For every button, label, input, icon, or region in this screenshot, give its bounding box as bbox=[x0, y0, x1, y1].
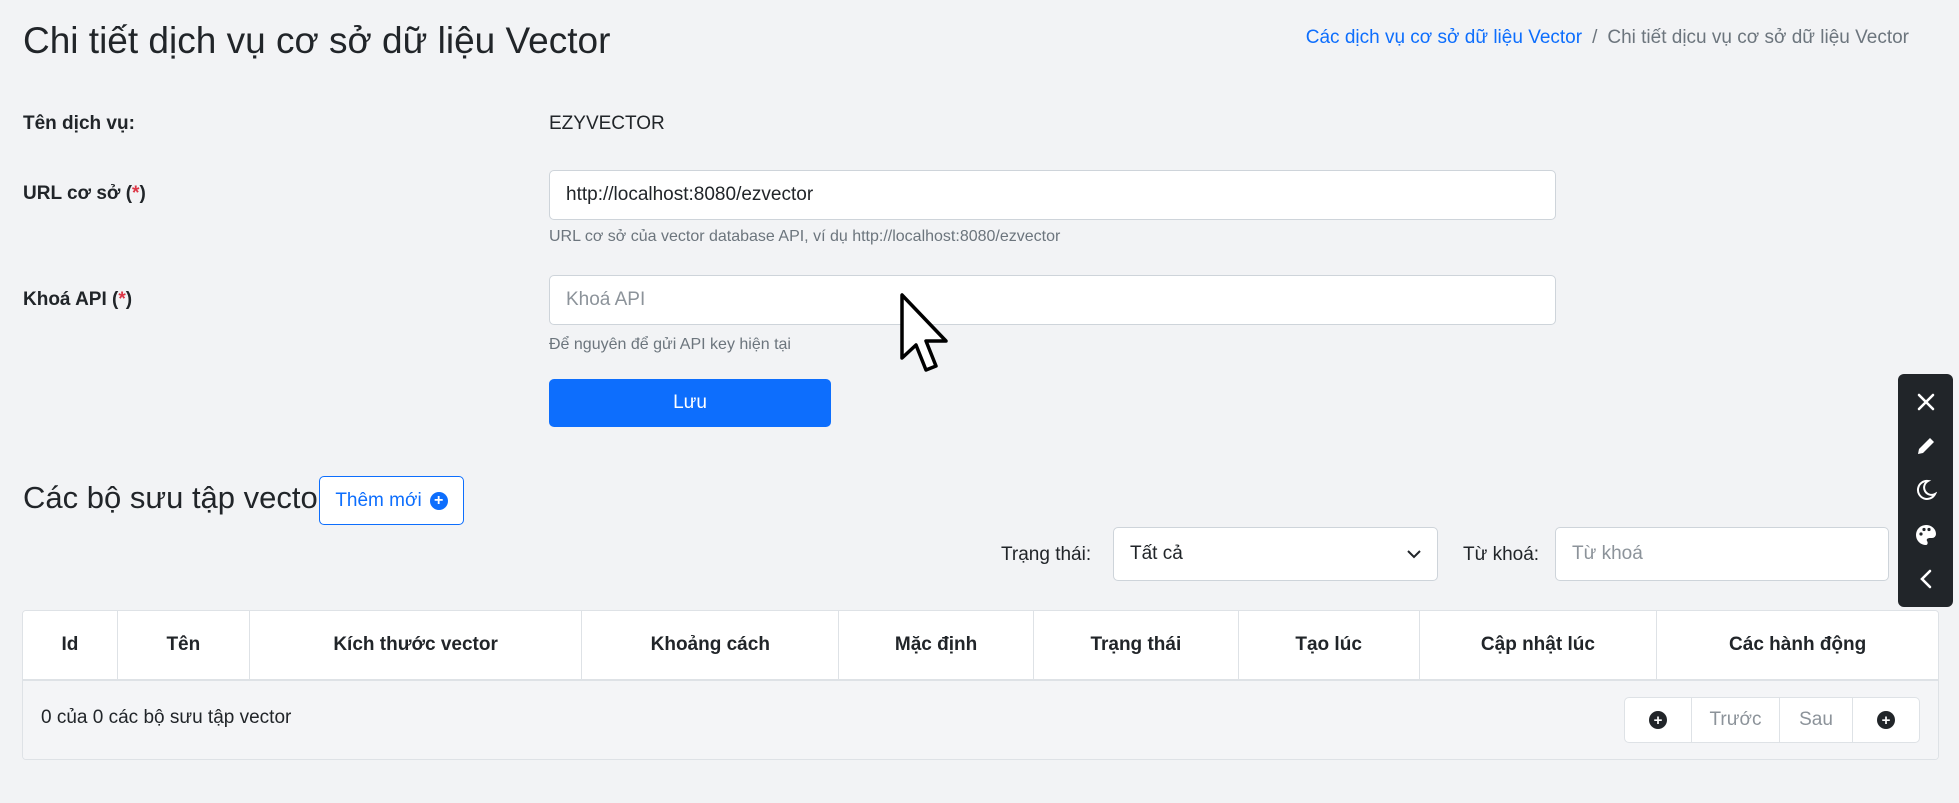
close-icon[interactable] bbox=[1912, 388, 1940, 416]
base-url-label: URL cơ sở (*) bbox=[23, 183, 146, 205]
base-url-input[interactable] bbox=[549, 170, 1556, 220]
floating-toolbar bbox=[1898, 374, 1953, 607]
base-url-label-close: ) bbox=[139, 183, 146, 204]
api-key-help: Để nguyên để gửi API key hiện tại bbox=[549, 336, 791, 353]
status-select-value: Tất cả bbox=[1130, 543, 1183, 564]
add-collection-button[interactable]: Thêm mới + bbox=[319, 476, 464, 525]
collections-title: Các bộ sưu tập vector bbox=[23, 480, 329, 515]
table-header: Id Tên Kích thước vector Khoảng cách Mặc… bbox=[23, 611, 1938, 681]
status-select[interactable]: Tất cả bbox=[1113, 527, 1438, 581]
base-url-help: URL cơ sở của vector database API, ví dụ… bbox=[549, 228, 1061, 245]
collections-count: 0 của 0 các bộ sưu tập vector bbox=[41, 707, 292, 728]
breadcrumb-link-services[interactable]: Các dịch vụ cơ sở dữ liệu Vector bbox=[1306, 27, 1582, 49]
column-header-actions: Các hành động bbox=[1729, 634, 1867, 655]
status-filter-label: Trạng thái: bbox=[1001, 544, 1092, 565]
add-collection-label: Thêm mới bbox=[335, 489, 422, 511]
api-key-label: Khoá API (*) bbox=[23, 289, 132, 311]
column-header-updated-at: Cập nhật lúc bbox=[1420, 611, 1658, 679]
plus-circle-icon: + bbox=[1649, 711, 1667, 729]
api-key-input[interactable] bbox=[549, 275, 1556, 325]
breadcrumb: Các dịch vụ cơ sở dữ liệu Vector / Chi t… bbox=[1306, 27, 1909, 49]
breadcrumb-current: Chi tiết dịcu vụ cơ sở dữ liệu Vector bbox=[1607, 27, 1909, 48]
mouse-cursor-icon bbox=[898, 292, 954, 379]
pagination: + Trước Sau + bbox=[1624, 697, 1920, 743]
service-name-label: Tên dịch vụ: bbox=[23, 113, 135, 134]
api-key-label-close: ) bbox=[125, 289, 133, 310]
collections-table: Id Tên Kích thước vector Khoảng cách Mặc… bbox=[22, 610, 1939, 760]
base-url-label-text: URL cơ sở ( bbox=[23, 183, 133, 204]
column-header-status: Trạng thái bbox=[1034, 611, 1239, 679]
prev-page-button[interactable]: Trước bbox=[1691, 697, 1780, 743]
first-page-button[interactable]: + bbox=[1624, 697, 1692, 743]
column-header-default: Mặc định bbox=[839, 611, 1034, 679]
column-header-distance: Khoảng cách bbox=[582, 611, 840, 679]
keyword-filter-label: Từ khoá: bbox=[1463, 544, 1540, 565]
keyword-input[interactable] bbox=[1555, 527, 1889, 581]
save-button[interactable]: Lưu bbox=[549, 379, 831, 427]
palette-icon[interactable] bbox=[1912, 521, 1940, 549]
service-name-value: EZYVECTOR bbox=[549, 113, 665, 134]
plus-circle-icon: + bbox=[1877, 711, 1895, 729]
pencil-icon[interactable] bbox=[1912, 432, 1940, 460]
breadcrumb-separator: / bbox=[1592, 27, 1598, 48]
column-header-id: Id bbox=[23, 611, 118, 679]
chevron-left-icon[interactable] bbox=[1912, 565, 1940, 593]
page-title: Chi tiết dịch vụ cơ sở dữ liệu Vector bbox=[23, 20, 611, 61]
moon-icon[interactable] bbox=[1912, 476, 1940, 504]
column-header-name: Tên bbox=[118, 611, 250, 679]
column-header-vector-size: Kích thước vector bbox=[250, 611, 583, 679]
next-page-button[interactable]: Sau bbox=[1779, 697, 1853, 743]
last-page-button[interactable]: + bbox=[1852, 697, 1920, 743]
column-header-created-at: Tạo lúc bbox=[1239, 611, 1420, 679]
required-marker: * bbox=[118, 289, 126, 310]
api-key-label-text: Khoá API ( bbox=[23, 289, 119, 310]
plus-circle-icon: + bbox=[429, 491, 448, 510]
chevron-down-icon bbox=[1407, 546, 1421, 563]
